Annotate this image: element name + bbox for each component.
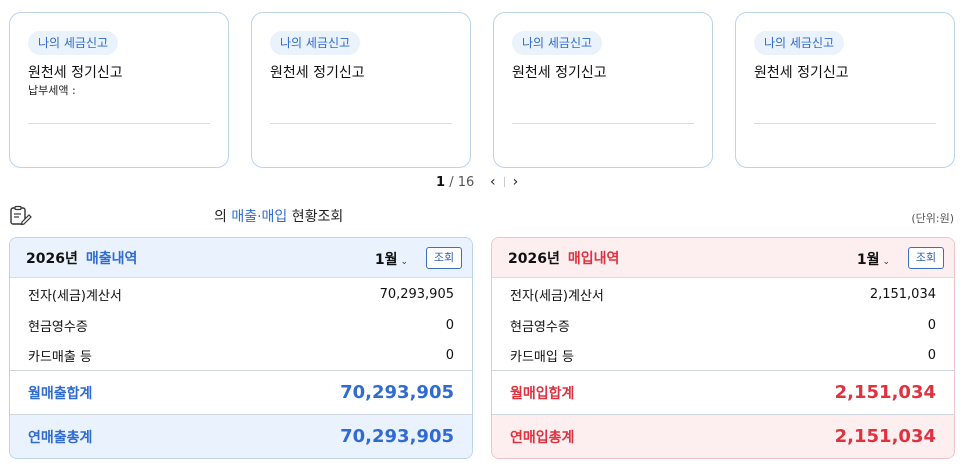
section-title-prefix: 의 [214, 209, 232, 225]
total-value: 70,293,905 [340, 426, 454, 447]
row-label: 카드매출 등 [28, 349, 92, 365]
tax-card[interactable]: 나의 세금신고 원천세 정기신고 [735, 12, 955, 168]
clipboard-pen-icon [10, 205, 32, 226]
tax-card-payment-label: 납부세액 : [28, 84, 76, 97]
divider [512, 123, 694, 124]
row-value: 0 [445, 317, 454, 333]
sales-month-value: 1월 [374, 252, 398, 268]
sales-annual-total: 연매출총계 70,293,905 [10, 414, 472, 458]
row-value: 2,151,034 [869, 286, 936, 302]
purchase-query-button[interactable]: 조회 [908, 247, 944, 269]
pager-nav: ‹ › [488, 174, 520, 190]
tax-card[interactable]: 나의 세금신고 원천세 정기신고 [251, 12, 471, 168]
total-value: 2,151,034 [834, 426, 936, 447]
tax-card-badge: 나의 세금신고 [754, 31, 845, 55]
total-label: 월매입합계 [510, 385, 575, 402]
purchase-annual-total: 연매입총계 2,151,034 [492, 414, 954, 458]
table-row: 전자(세금)계산서 70,293,905 [10, 278, 472, 310]
tax-card[interactable]: 나의 세금신고 원천세 정기신고 [493, 12, 713, 168]
tax-card[interactable]: 나의 세금신고 원천세 정기신고 납부세액 : [9, 12, 229, 168]
row-value: 0 [445, 347, 454, 363]
tax-card-badge: 나의 세금신고 [270, 31, 361, 55]
pager-count: 1 / 16 [436, 175, 474, 190]
divider [754, 123, 936, 124]
tax-card-badge: 나의 세금신고 [512, 31, 603, 55]
row-label: 현금영수증 [510, 319, 570, 335]
purchase-kind: 매입내역 [567, 250, 620, 267]
table-row: 현금영수증 0 [10, 310, 472, 340]
sales-monthly-total: 월매출합계 70,293,905 [10, 370, 472, 414]
table-row: 카드매입 등 0 [492, 340, 954, 370]
tax-card-title: 원천세 정기신고 [270, 65, 365, 81]
purchase-monthly-total: 월매입합계 2,151,034 [492, 370, 954, 414]
sales-panel: 2026년 매출내역 1월 ⌄ 조회 전자(세금)계산서 70,293,905 현… [9, 237, 473, 459]
total-label: 연매입총계 [510, 429, 575, 446]
row-label: 전자(세금)계산서 [28, 288, 122, 304]
purchase-panel-header: 2026년 매입내역 1월 ⌄ 조회 [492, 238, 954, 278]
next-page-icon[interactable]: › [511, 174, 521, 190]
total-label: 월매출합계 [28, 385, 93, 402]
prev-page-icon[interactable]: ‹ [488, 174, 498, 190]
pager-current: 1 [436, 175, 446, 190]
sales-month-select[interactable]: 1월 ⌄ [375, 249, 408, 269]
chevron-down-icon: ⌄ [400, 257, 408, 267]
sales-query-button[interactable]: 조회 [426, 247, 462, 269]
unit-label: (단위:원) [911, 212, 954, 225]
table-row: 카드매출 등 0 [10, 340, 472, 370]
divider [28, 123, 210, 124]
divider [270, 123, 452, 124]
section-title: 의 매출·매입 현황조회 [214, 206, 343, 226]
purchase-rows: 전자(세금)계산서 2,151,034 현금영수증 0 카드매입 등 0 [492, 278, 954, 370]
total-value: 70,293,905 [340, 382, 454, 403]
row-label: 현금영수증 [28, 319, 88, 335]
purchase-panel: 2026년 매입내역 1월 ⌄ 조회 전자(세금)계산서 2,151,034 현금… [491, 237, 955, 459]
tax-report-cards: 나의 세금신고 원천세 정기신고 납부세액 : 나의 세금신고 원천세 정기신고… [9, 12, 959, 168]
row-value: 70,293,905 [379, 286, 454, 302]
pager-separator: / [449, 175, 454, 190]
sales-year: 2026년 [26, 250, 78, 267]
row-label: 전자(세금)계산서 [510, 288, 604, 304]
sales-rows: 전자(세금)계산서 70,293,905 현금영수증 0 카드매출 등 0 [10, 278, 472, 370]
section-title-suffix: 현황조회 [287, 209, 344, 225]
purchase-month-select[interactable]: 1월 ⌄ [857, 249, 890, 269]
total-value: 2,151,034 [834, 382, 936, 403]
total-label: 연매출총계 [28, 429, 93, 446]
pager-total: 16 [457, 175, 475, 190]
sales-kind: 매출내역 [85, 250, 138, 267]
sales-panel-header: 2026년 매출내역 1월 ⌄ 조회 [10, 238, 472, 278]
row-label: 카드매입 등 [510, 349, 574, 365]
chevron-down-icon: ⌄ [882, 257, 890, 267]
table-row: 전자(세금)계산서 2,151,034 [492, 278, 954, 310]
row-value: 0 [927, 347, 936, 363]
tax-card-title: 원천세 정기신고 [512, 65, 607, 81]
purchase-year: 2026년 [508, 250, 560, 267]
row-value: 0 [927, 317, 936, 333]
tax-card-badge: 나의 세금신고 [28, 31, 119, 55]
tax-card-title: 원천세 정기신고 [28, 65, 123, 81]
purchase-month-value: 1월 [856, 252, 880, 268]
section-title-highlight: 매출·매입 [231, 209, 288, 225]
divider [503, 177, 505, 187]
table-row: 현금영수증 0 [492, 310, 954, 340]
tax-card-title: 원천세 정기신고 [754, 65, 849, 81]
